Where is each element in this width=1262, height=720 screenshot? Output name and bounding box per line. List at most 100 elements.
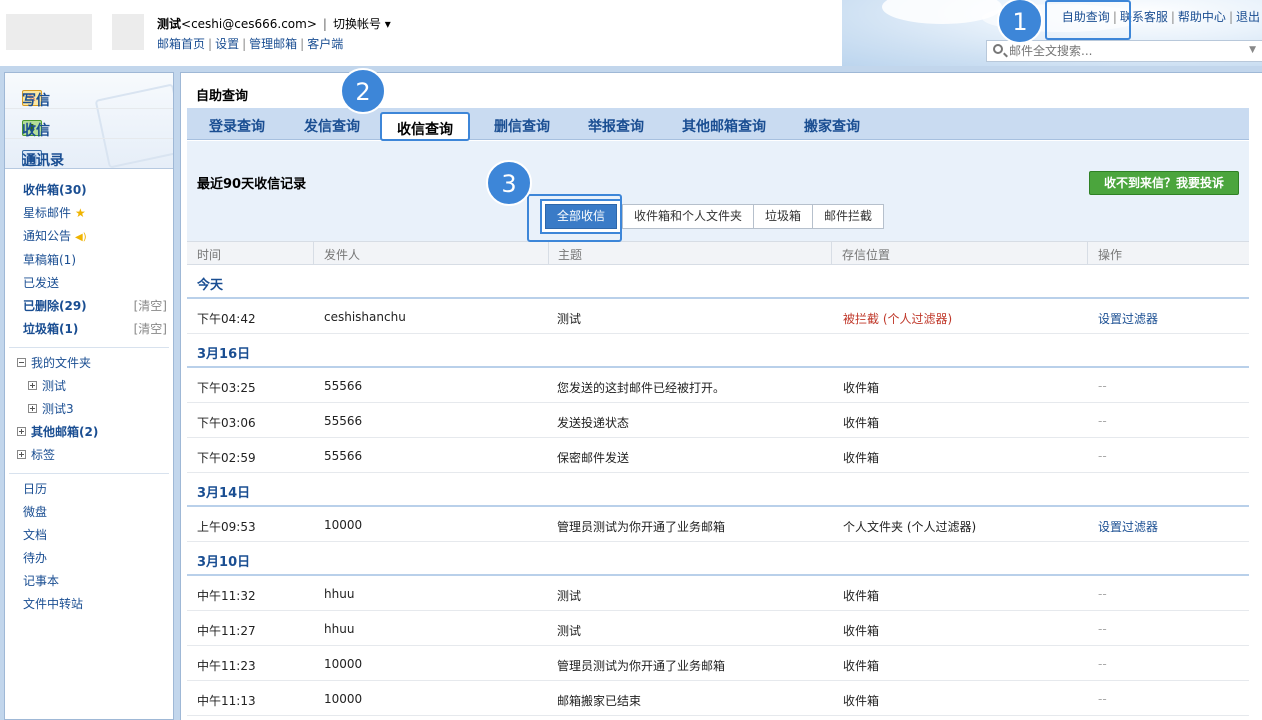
cell-sender: 55566: [324, 379, 363, 393]
cell-time: 中午11:23: [197, 659, 256, 673]
help-center-link[interactable]: 帮助中心: [1178, 10, 1226, 24]
switch-account-link[interactable]: 切换帐号 ▾: [333, 17, 391, 31]
cell-subject: 邮箱搬家已结束: [557, 694, 642, 708]
sidebar-item-deleted[interactable]: 已删除(29) [清空]: [23, 295, 173, 318]
sidebar-item-starred[interactable]: 星标邮件 ★: [23, 202, 173, 225]
sidebar-item-drafts[interactable]: 草稿箱(1): [23, 249, 173, 272]
sidebar-item-docs[interactable]: 文档: [23, 524, 173, 547]
sidebar-item-label: 其他邮箱(2): [31, 425, 99, 439]
manage-mailbox-link[interactable]: 管理邮箱: [249, 37, 297, 51]
sidebar-item-other-mailboxes[interactable]: 其他邮箱(2): [17, 421, 173, 444]
tab-migration-query[interactable]: 搬家查询: [804, 116, 860, 136]
cell-subject: 管理员测试为你开通了业务邮箱: [557, 659, 726, 673]
sidebar-item-notices[interactable]: 通知公告 ◀): [23, 225, 173, 249]
step-marker-2: 2: [340, 68, 386, 114]
sidebar-item-sent[interactable]: 已发送: [23, 272, 173, 295]
cell-subject: 保密邮件发送: [557, 451, 630, 465]
compose-area: ✎ 写信 ⬇ 收信 ▣ 通讯录: [5, 73, 173, 169]
table-row[interactable]: 下午04:42 ceshishanchu 测试 被拦截 (个人过滤器) 设置过滤…: [187, 299, 1249, 334]
clear-deleted-link[interactable]: [清空]: [134, 295, 167, 318]
step-marker-3: 3: [486, 160, 532, 206]
cell-sender: hhuu: [324, 587, 355, 601]
sidebar-item-folder-test[interactable]: 测试: [17, 375, 173, 398]
cell-action: --: [1098, 379, 1107, 393]
cell-sender: 55566: [324, 414, 363, 428]
cell-location-blocked: 被拦截 (个人过滤器): [843, 312, 953, 326]
cell-action: --: [1098, 657, 1107, 671]
expand-icon[interactable]: [17, 450, 26, 459]
filter-inbox-personal[interactable]: 收件箱和个人文件夹: [622, 204, 755, 229]
records-table: 时间 发件人 主题 存信位置 操作 今天 下午04:42 ceshishanch…: [187, 241, 1249, 716]
tab-delete-query[interactable]: 删信查询: [494, 116, 550, 136]
search-input[interactable]: [1009, 43, 1229, 59]
set-filter-link[interactable]: 设置过滤器: [1098, 518, 1158, 535]
sidebar-item-tags[interactable]: 标签: [17, 444, 173, 467]
search-icon: [993, 44, 1003, 54]
expand-icon[interactable]: [28, 404, 37, 413]
filter-blocked[interactable]: 邮件拦截: [812, 204, 885, 229]
sidebar-item-todo[interactable]: 待办: [23, 547, 173, 570]
tab-login-query[interactable]: 登录查询: [209, 116, 265, 136]
date-group-header: 3月16日: [187, 334, 1249, 368]
cell-location: 收件箱: [843, 451, 880, 465]
tab-send-query[interactable]: 发信查询: [304, 116, 360, 136]
expand-icon[interactable]: [17, 427, 26, 436]
cell-subject: 测试: [557, 312, 582, 326]
cell-location: 收件箱: [843, 624, 880, 638]
client-link[interactable]: 客户端: [307, 37, 343, 51]
tab-other-mailbox-query[interactable]: 其他邮箱查询: [682, 116, 766, 136]
cell-location: 收件箱: [843, 694, 880, 708]
sidebar-item-netdisk[interactable]: 微盘: [23, 501, 173, 524]
mail-home-link[interactable]: 邮箱首页: [157, 37, 205, 51]
compose-label: 写信: [22, 93, 50, 109]
column-header-location: 存信位置: [842, 248, 891, 262]
table-row[interactable]: 下午03:25 55566 您发送的这封邮件已经被打开。 收件箱 --: [187, 368, 1249, 403]
collapse-icon[interactable]: [17, 358, 26, 367]
cell-time: 中午11:13: [197, 694, 256, 708]
sidebar-item-file-transfer[interactable]: 文件中转站: [23, 593, 173, 616]
expand-icon[interactable]: [28, 381, 37, 390]
sidebar-item-inbox[interactable]: 收件箱(30): [23, 179, 173, 202]
sidebar-item-notes[interactable]: 记事本: [23, 570, 173, 593]
contacts-button[interactable]: ▣ 通讯录: [5, 139, 173, 168]
compose-button[interactable]: ✎ 写信: [5, 79, 173, 109]
cell-action: --: [1098, 449, 1107, 463]
settings-link[interactable]: 设置: [215, 37, 239, 51]
table-row[interactable]: 上午09:53 10000 管理员测试为你开通了业务邮箱 个人文件夹 (个人过滤…: [187, 507, 1249, 542]
user-line: 测试<ceshi@ces666.com> | 切换帐号 ▾: [157, 17, 391, 31]
cell-location: 收件箱: [843, 589, 880, 603]
table-header: 时间 发件人 主题 存信位置 操作: [187, 241, 1249, 265]
sidebar-item-label: 已发送: [23, 276, 60, 290]
date-label: 今天: [197, 278, 224, 293]
tool-list: 日历 微盘 文档 待办 记事本 文件中转站: [5, 478, 173, 616]
date-label: 3月10日: [197, 555, 251, 570]
date-label: 3月16日: [197, 347, 251, 362]
set-filter-link[interactable]: 设置过滤器: [1098, 310, 1158, 327]
sidebar-item-folder-test3[interactable]: 测试3: [17, 398, 173, 421]
clear-spam-link[interactable]: [清空]: [134, 318, 167, 341]
table-row[interactable]: 中午11:32 hhuu 测试 收件箱 --: [187, 576, 1249, 611]
date-group-header: 3月14日: [187, 473, 1249, 507]
sidebar-item-calendar[interactable]: 日历: [23, 478, 173, 501]
sidebar-item-label: 已删除(29): [23, 299, 87, 313]
cell-action: --: [1098, 414, 1107, 428]
cell-time: 下午03:06: [197, 416, 256, 430]
receive-button[interactable]: ⬇ 收信: [5, 109, 173, 139]
table-row[interactable]: 中午11:13 10000 邮箱搬家已结束 收件箱 --: [187, 681, 1249, 716]
tab-receive-query[interactable]: 收信查询: [380, 112, 470, 141]
sidebar-item-spam[interactable]: 垃圾箱(1) [清空]: [23, 318, 173, 341]
chevron-down-icon[interactable]: ▼: [1249, 45, 1256, 55]
table-row[interactable]: 下午02:59 55566 保密邮件发送 收件箱 --: [187, 438, 1249, 473]
filter-spam[interactable]: 垃圾箱: [753, 204, 814, 229]
column-header-action: 操作: [1098, 248, 1123, 262]
sidebar-item-my-folders[interactable]: 我的文件夹: [17, 352, 173, 375]
sidebar-item-label: 标签: [31, 448, 56, 462]
sidebar: ✎ 写信 ⬇ 收信 ▣ 通讯录 收件箱(30) 星标邮件 ★ 通知公告 ◀) 草稿箱…: [4, 72, 174, 720]
table-row[interactable]: 中午11:27 hhuu 测试 收件箱 --: [187, 611, 1249, 646]
logout-link[interactable]: 退出: [1236, 10, 1260, 24]
complain-button[interactable]: 收不到来信？我要投诉: [1088, 171, 1239, 195]
tab-report-query[interactable]: 举报查询: [588, 116, 644, 136]
page-title: 自助查询: [196, 89, 249, 104]
table-row[interactable]: 下午03:06 55566 发送投递状态 收件箱 --: [187, 403, 1249, 438]
table-row[interactable]: 中午11:23 10000 管理员测试为你开通了业务邮箱 收件箱 --: [187, 646, 1249, 681]
